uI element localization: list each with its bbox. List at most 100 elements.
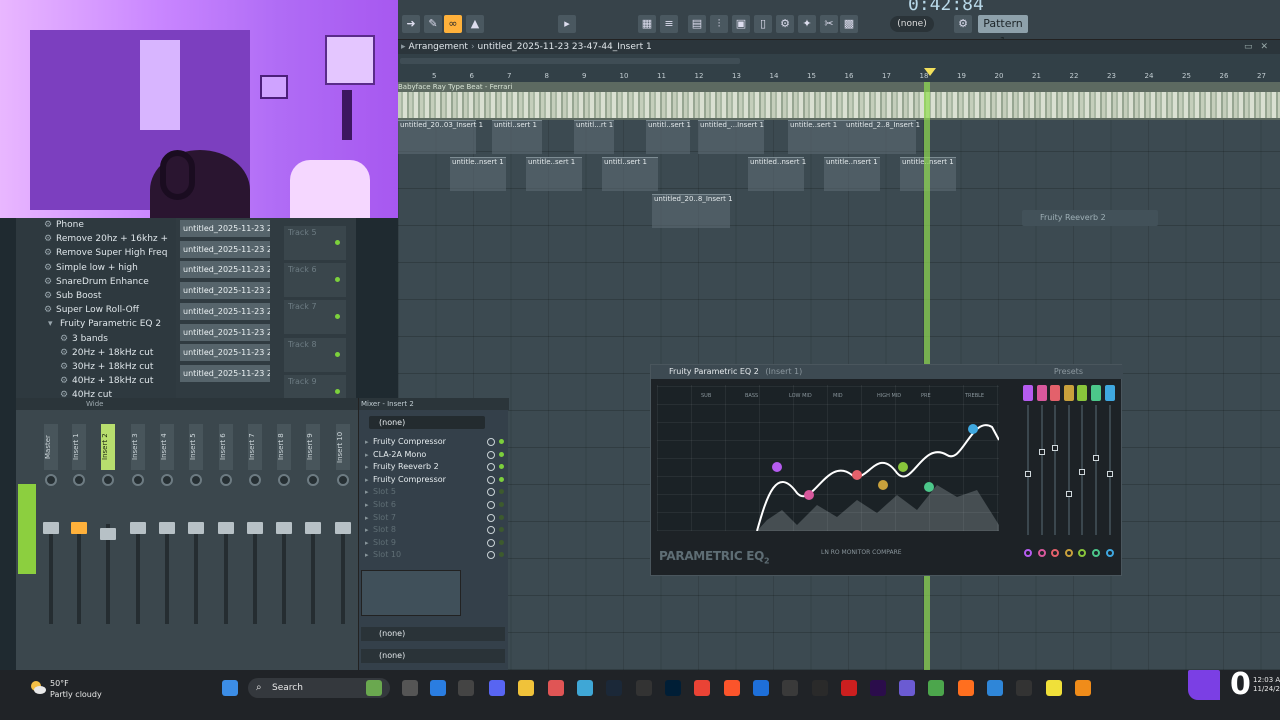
effect-slot[interactable]: Slot 8 (365, 524, 489, 536)
file-icon[interactable]: ▯ (754, 15, 772, 33)
eq-band-button[interactable] (1091, 385, 1101, 401)
plugin-icon[interactable]: ⚙ (776, 15, 794, 33)
pan-knob[interactable] (102, 474, 115, 486)
link-icon[interactable]: ∞ (444, 15, 462, 33)
slot-mix-knob[interactable] (487, 538, 495, 547)
mixer-strip[interactable]: Insert 4 (156, 424, 182, 644)
track-enable-led[interactable] (335, 351, 340, 357)
settings-app-icon[interactable] (812, 680, 828, 696)
pattern-clip[interactable]: untitled_20..8_Insert 1 (652, 194, 733, 228)
eq-band-button[interactable] (1104, 385, 1115, 401)
volume-fader-track[interactable] (223, 524, 228, 624)
volume-fader-cap[interactable] (276, 522, 293, 534)
slot-enable-led[interactable] (499, 514, 504, 520)
eq-band-fader-cap[interactable] (1065, 491, 1072, 497)
pan-knob[interactable] (190, 474, 203, 486)
mixer-strip[interactable]: Insert 3 (127, 424, 153, 644)
volume-fader-track[interactable] (194, 524, 199, 624)
photoshop-icon[interactable] (665, 680, 681, 696)
volume-fader-track[interactable] (49, 524, 53, 624)
eq-band-fader-track[interactable] (1095, 405, 1097, 535)
effect-slot[interactable]: CLA-2A Mono (365, 449, 489, 461)
pattern-clip[interactable]: untitled..nsert 1 (748, 157, 806, 191)
eq-band-button[interactable] (1077, 385, 1088, 401)
eq-band-fader-cap[interactable] (1079, 469, 1086, 475)
eq-band-knob[interactable] (1037, 549, 1046, 557)
volume-fader-cap[interactable] (305, 522, 322, 534)
mixer-strip-name[interactable]: Insert 4 (159, 424, 174, 470)
task-view-icon[interactable] (402, 680, 418, 696)
pan-knob[interactable] (278, 474, 291, 486)
eq-band-knob[interactable] (1064, 549, 1073, 557)
playlist-pattern-name[interactable]: untitled_2025-11-23 23-... (180, 323, 270, 341)
eq-band-fader-cap[interactable] (1106, 471, 1113, 477)
track-header[interactable]: Track 8 (284, 337, 346, 372)
browser-item[interactable]: Super Low Roll-Off (44, 305, 139, 315)
track-enable-led[interactable] (335, 388, 340, 394)
opera-icon[interactable] (841, 680, 857, 696)
effect-slot[interactable]: Slot 7 (365, 512, 489, 524)
effect-slot[interactable]: Fruity Compressor (365, 436, 489, 448)
mixer-strip-name[interactable]: Insert 5 (189, 424, 204, 470)
eq-band-button[interactable] (1050, 385, 1061, 401)
fruity-reeverb-minimized-window[interactable]: Fruity Reeverb 2 (1022, 210, 1158, 226)
mixer-strip[interactable]: Insert 1 (68, 424, 94, 644)
eq-band-button[interactable] (1023, 385, 1033, 401)
premiere-icon[interactable] (870, 680, 886, 696)
slot-enable-led[interactable] (499, 464, 504, 470)
app-icon-3[interactable] (753, 680, 769, 696)
effect-slot[interactable]: Slot 5 (365, 486, 489, 498)
pattern-clip[interactable]: untitled_2..8_Insert 1 (844, 120, 920, 154)
eq-band-fader-cap[interactable] (1052, 445, 1059, 451)
volume-fader-cap[interactable] (246, 522, 263, 534)
slot-mix-knob[interactable] (487, 551, 495, 560)
volume-fader-cap[interactable] (158, 522, 175, 534)
slot-enable-led[interactable] (499, 527, 504, 533)
mixer-strip[interactable]: Insert 10 (332, 424, 358, 644)
eq-band-knob[interactable] (1092, 549, 1100, 557)
effect-slot[interactable]: Slot 9 (365, 537, 489, 549)
eq-graph[interactable] (657, 385, 1000, 532)
volume-fader-cap[interactable] (217, 522, 234, 534)
discord-icon[interactable] (489, 680, 505, 696)
epic-icon[interactable] (458, 680, 474, 696)
settings-icon[interactable]: ⚙ (954, 15, 972, 33)
arrow-right-icon[interactable]: ➜ (402, 15, 420, 33)
pan-knob[interactable] (307, 474, 320, 486)
browser-icon[interactable]: ▣ (732, 15, 750, 33)
teams-icon[interactable] (899, 680, 915, 696)
browser-item[interactable]: Phone (44, 220, 84, 230)
track-header[interactable]: Track 6 (284, 263, 346, 298)
volume-fader-track[interactable] (311, 524, 316, 624)
track-enable-led[interactable] (335, 314, 340, 320)
insert-input-select[interactable]: (none) (369, 416, 485, 429)
arrangement-title[interactable]: Arrangement (409, 42, 468, 52)
app-icon-2[interactable] (577, 680, 593, 696)
eq-band-knob[interactable] (1051, 549, 1060, 557)
slot-enable-led[interactable] (499, 476, 504, 482)
pan-knob[interactable] (336, 474, 349, 486)
browser-item[interactable]: Remove 20hz + 16khz + (44, 234, 168, 244)
eq-band-fader-cap[interactable] (1093, 455, 1099, 461)
effect-slot[interactable]: Fruity Compressor (365, 474, 489, 486)
brave-icon[interactable] (724, 680, 740, 696)
mixer-strip[interactable]: Insert 7 (244, 424, 270, 644)
track-header[interactable]: Track 5 (284, 226, 346, 260)
channel-rack-icon[interactable]: ≡ (660, 15, 678, 33)
wrench-icon[interactable]: ✦ (798, 15, 816, 33)
mixer-strip-name[interactable]: Insert 6 (218, 424, 233, 470)
pattern-clip[interactable]: untitle..nsert 1 (824, 157, 880, 191)
peq-bottom-controls[interactable]: LN RO MONITOR COMPARE (821, 549, 902, 556)
browser-item[interactable]: Sub Boost (44, 291, 102, 301)
pan-knob[interactable] (131, 474, 144, 486)
slot-mix-knob[interactable] (487, 526, 495, 535)
slot-mix-knob[interactable] (487, 438, 495, 446)
volume-fader-track[interactable] (164, 524, 169, 624)
playlist-icon[interactable]: ▦ (638, 15, 656, 33)
audio-clip-lane[interactable]: Babyface Ray Type Beat - Ferrari (398, 82, 1280, 120)
slot-mix-knob[interactable] (487, 488, 495, 497)
pattern-clip[interactable]: untitled_20..03_Insert 1 (398, 120, 483, 154)
eq-band-fader-track[interactable] (1067, 405, 1070, 535)
mixer-strip[interactable]: Master (18, 424, 66, 644)
slot-enable-led[interactable] (499, 502, 504, 507)
